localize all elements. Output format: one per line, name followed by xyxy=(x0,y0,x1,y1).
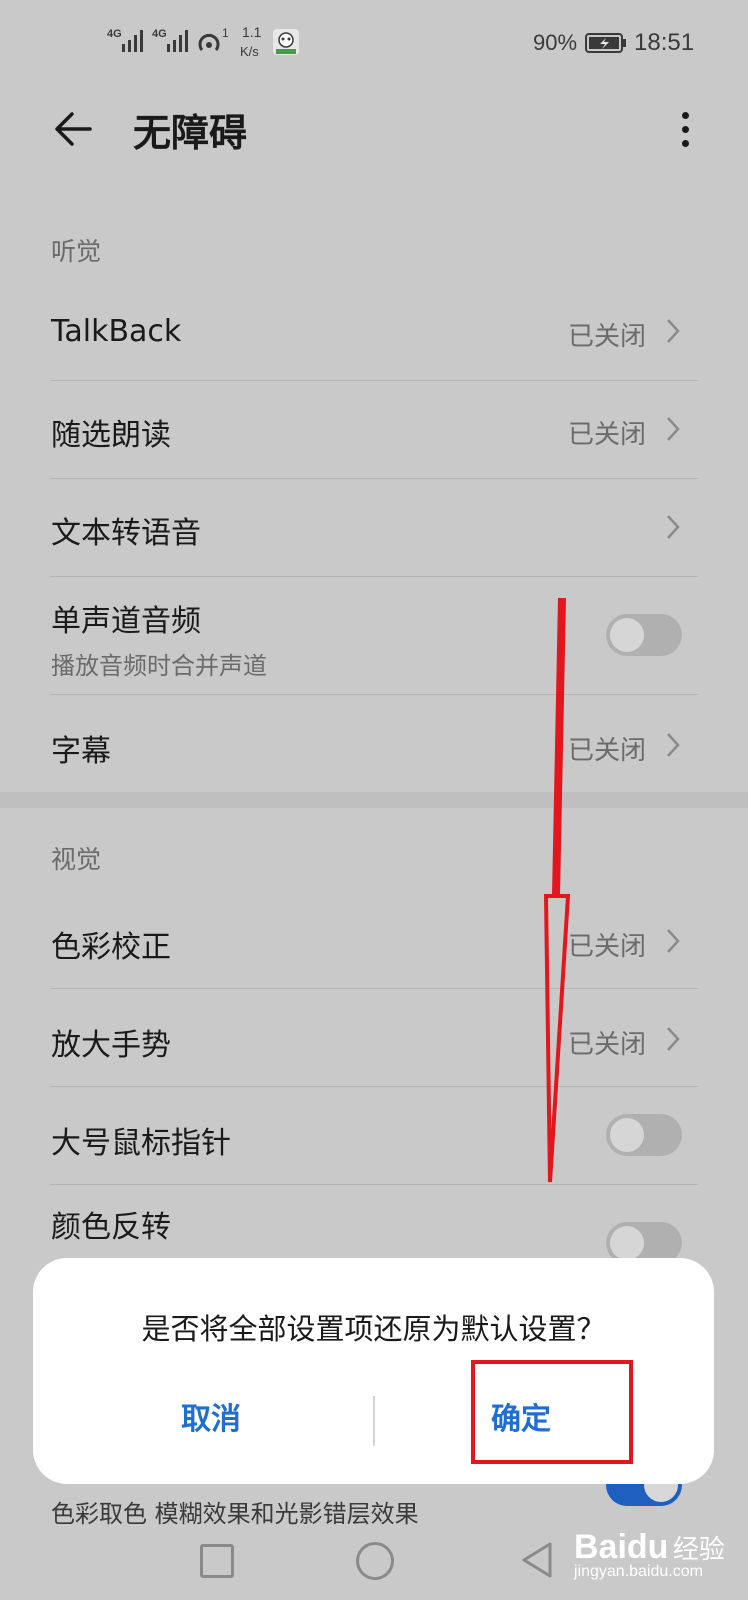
chevron-right-icon xyxy=(667,417,680,441)
divider xyxy=(50,694,698,695)
more-options-icon[interactable] xyxy=(665,108,705,152)
row-title: 文本转语音 xyxy=(51,516,201,551)
watermark-brand: Baidu xyxy=(574,1528,669,1566)
dialog-message: 是否将全部设置项还原为默认设置？ xyxy=(141,1312,606,1346)
row-title: 单声道音频 xyxy=(51,604,201,639)
chevron-right-icon xyxy=(667,929,680,953)
battery-percent: 90% xyxy=(533,30,578,55)
app-notification-icon xyxy=(273,29,299,55)
net-speed-unit: K/s xyxy=(240,44,259,59)
battery-charging-icon xyxy=(585,33,626,53)
row-title: 色彩校正 xyxy=(51,930,171,965)
clock: 18:51 xyxy=(634,29,695,56)
divider xyxy=(50,988,698,989)
row-status: 已关闭 xyxy=(568,420,647,450)
divider xyxy=(50,380,698,381)
section-label-hearing: 听觉 xyxy=(51,237,102,266)
status-bar: 4G 4G 1 1.1 K/s 90% 18:51 xyxy=(0,0,748,90)
row-title: 大号鼠标指针 xyxy=(51,1126,231,1161)
chevron-right-icon xyxy=(667,733,680,757)
cell-signal-icon xyxy=(122,30,143,52)
cell-signal-icon xyxy=(167,30,188,52)
mono-audio-toggle[interactable] xyxy=(606,614,682,656)
annotation-arrow xyxy=(543,597,571,1183)
row-title: 字幕 xyxy=(51,734,111,769)
divider xyxy=(50,576,698,577)
divider xyxy=(50,478,698,479)
recents-icon[interactable] xyxy=(200,1544,234,1578)
page-title: 无障碍 xyxy=(133,111,248,155)
chevron-right-icon xyxy=(667,1027,680,1051)
back-arrow-icon[interactable] xyxy=(50,104,100,154)
row-title: 放大手势 xyxy=(51,1028,171,1063)
back-triangle-icon[interactable] xyxy=(520,1540,554,1580)
cancel-button[interactable]: 取消 xyxy=(61,1394,361,1438)
row-status: 已关闭 xyxy=(568,322,647,352)
watermark-url: jingyan.baidu.com xyxy=(574,1563,703,1580)
watermark-product: 经验 xyxy=(672,1535,725,1565)
section-gap xyxy=(0,792,748,808)
annotation-highlight-box xyxy=(471,1360,633,1464)
row-title: TalkBack xyxy=(51,314,182,349)
net-speed-value: 1.1 xyxy=(242,24,262,40)
row-title: 颜色反转 xyxy=(51,1210,171,1245)
divider xyxy=(50,1184,698,1185)
section-label-vision: 视觉 xyxy=(51,845,102,874)
row-partial-text: 色彩取色 模糊效果和光影错层效果 xyxy=(51,1500,419,1528)
large-pointer-toggle[interactable] xyxy=(606,1114,682,1156)
divider xyxy=(50,1086,698,1087)
home-icon[interactable] xyxy=(356,1542,394,1580)
chevron-right-icon xyxy=(667,515,680,539)
hotspot-count: 1 xyxy=(222,26,229,40)
hotspot-icon xyxy=(198,33,220,51)
row-subtitle: 播放音频时合并声道 xyxy=(51,652,267,680)
row-title: 随选朗读 xyxy=(51,418,171,453)
baidu-watermark: Baidu 经验 jingyan.baidu.com xyxy=(574,1528,725,1581)
chevron-right-icon xyxy=(667,319,680,343)
